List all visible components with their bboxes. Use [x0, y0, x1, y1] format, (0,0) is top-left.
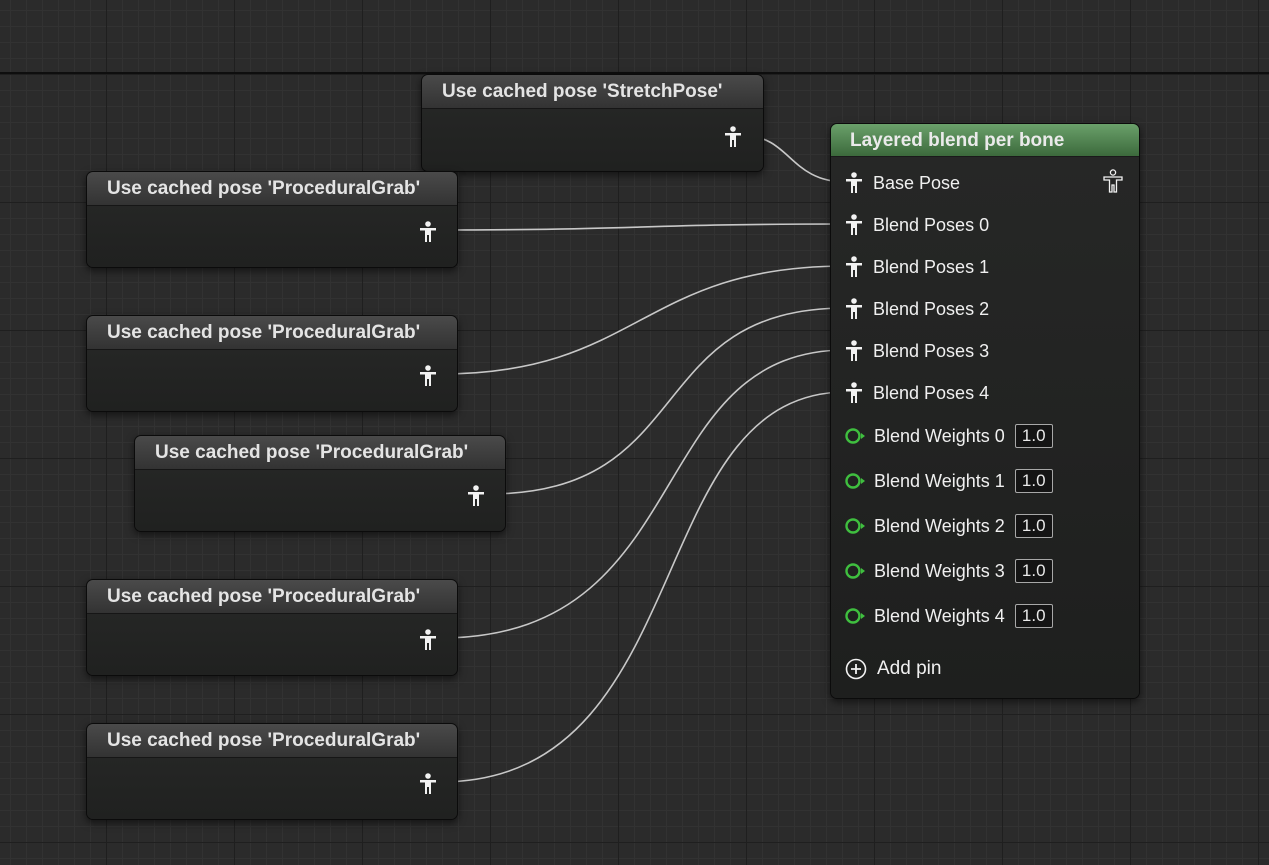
pose-output-icon [420, 365, 436, 386]
float-pin-icon[interactable] [845, 562, 865, 580]
pin-label: Blend Weights 4 [874, 605, 1005, 626]
pose-output-icon [725, 126, 741, 147]
pin-label: Blend Weights 3 [874, 560, 1005, 581]
cached-pose-node-stretchpose[interactable]: Use cached pose 'StretchPose' [421, 74, 764, 172]
pin-blend-poses-0[interactable]: Blend Poses 0 [845, 212, 989, 238]
pose-pin-icon[interactable] [845, 298, 863, 320]
pin-blend-weights-1[interactable]: Blend Weights 1 1.0 [845, 468, 1053, 494]
node-title: Use cached pose 'ProceduralGrab' [87, 316, 457, 350]
pose-output-outline-icon[interactable] [1102, 169, 1124, 193]
pose-output-icon [420, 773, 436, 794]
node-title: Use cached pose 'ProceduralGrab' [87, 172, 457, 206]
float-pin-icon[interactable] [845, 472, 865, 490]
pin-label: Blend Poses 1 [873, 256, 990, 277]
pin-blend-weights-3[interactable]: Blend Weights 3 1.0 [845, 558, 1053, 584]
cached-pose-node-proceduralgrab-3[interactable]: Use cached pose 'ProceduralGrab' [86, 579, 458, 676]
pin-label: Blend Poses 4 [873, 382, 990, 403]
cached-pose-node-proceduralgrab-2[interactable]: Use cached pose 'ProceduralGrab' [134, 435, 506, 532]
add-pin-button[interactable]: Add pin [845, 656, 941, 682]
pin-label: Blend Poses 3 [873, 340, 990, 361]
pose-pin-icon[interactable] [845, 256, 863, 278]
wire-grab1-to-blend1[interactable] [439, 265, 847, 375]
pose-output-pin[interactable] [417, 363, 439, 389]
pose-pin-icon[interactable] [845, 214, 863, 236]
pin-label: Blend Poses 2 [873, 298, 990, 319]
pin-blend-poses-2[interactable]: Blend Poses 2 [845, 296, 989, 322]
add-pin-label: Add pin [877, 658, 942, 679]
cached-pose-node-proceduralgrab-1[interactable]: Use cached pose 'ProceduralGrab' [86, 315, 458, 412]
weight-value-input[interactable]: 1.0 [1014, 604, 1053, 628]
pose-output-icon [420, 221, 436, 242]
add-pin-icon [845, 658, 867, 680]
node-title: Use cached pose 'ProceduralGrab' [87, 580, 457, 614]
node-title: Layered blend per bone [831, 124, 1139, 157]
pose-output-pin[interactable] [417, 219, 439, 245]
pin-blend-weights-4[interactable]: Blend Weights 4 1.0 [845, 603, 1053, 629]
pin-blend-poses-1[interactable]: Blend Poses 1 [845, 254, 989, 280]
pose-pin-icon[interactable] [845, 172, 863, 194]
layered-blend-per-bone-node[interactable]: Layered blend per bone Base Pose Blend P… [830, 123, 1140, 699]
pin-blend-weights-2[interactable]: Blend Weights 2 1.0 [845, 513, 1053, 539]
node-title: Use cached pose 'StretchPose' [422, 75, 763, 109]
pin-label: Blend Poses 0 [873, 214, 990, 235]
cached-pose-node-proceduralgrab-0[interactable]: Use cached pose 'ProceduralGrab' [86, 171, 458, 268]
pose-output-pin[interactable] [722, 124, 744, 150]
float-pin-icon[interactable] [845, 607, 865, 625]
pin-base-pose[interactable]: Base Pose [845, 170, 960, 196]
node-title: Use cached pose 'ProceduralGrab' [135, 436, 505, 470]
weight-value-input[interactable]: 1.0 [1014, 514, 1053, 538]
pin-blend-poses-4[interactable]: Blend Poses 4 [845, 380, 989, 406]
wire-grab2-to-blend2[interactable] [487, 307, 847, 495]
weight-value-input[interactable]: 1.0 [1014, 469, 1053, 493]
pin-blend-poses-3[interactable]: Blend Poses 3 [845, 338, 989, 364]
pin-blend-weights-0[interactable]: Blend Weights 0 1.0 [845, 423, 1053, 449]
weight-value-input[interactable]: 1.0 [1014, 559, 1053, 583]
cached-pose-node-proceduralgrab-4[interactable]: Use cached pose 'ProceduralGrab' [86, 723, 458, 820]
pin-label: Base Pose [873, 172, 961, 193]
pin-label: Blend Weights 1 [874, 470, 1005, 491]
pose-output-pin[interactable] [465, 483, 487, 509]
node-title: Use cached pose 'ProceduralGrab' [87, 724, 457, 758]
pose-pin-icon[interactable] [845, 382, 863, 404]
pose-output-pin[interactable] [417, 627, 439, 653]
wire-grab0-to-blend0[interactable] [439, 223, 847, 231]
pose-pin-icon[interactable] [845, 340, 863, 362]
pose-output-icon [420, 629, 436, 650]
graph-canvas[interactable]: Use cached pose 'StretchPose' Use cached… [0, 0, 1269, 865]
pose-output-pin[interactable] [417, 771, 439, 797]
weight-value-input[interactable]: 1.0 [1014, 424, 1053, 448]
pin-label: Blend Weights 0 [874, 425, 1005, 446]
float-pin-icon[interactable] [845, 427, 865, 445]
pose-output-icon [468, 485, 484, 506]
float-pin-icon[interactable] [845, 517, 865, 535]
pin-label: Blend Weights 2 [874, 515, 1005, 536]
